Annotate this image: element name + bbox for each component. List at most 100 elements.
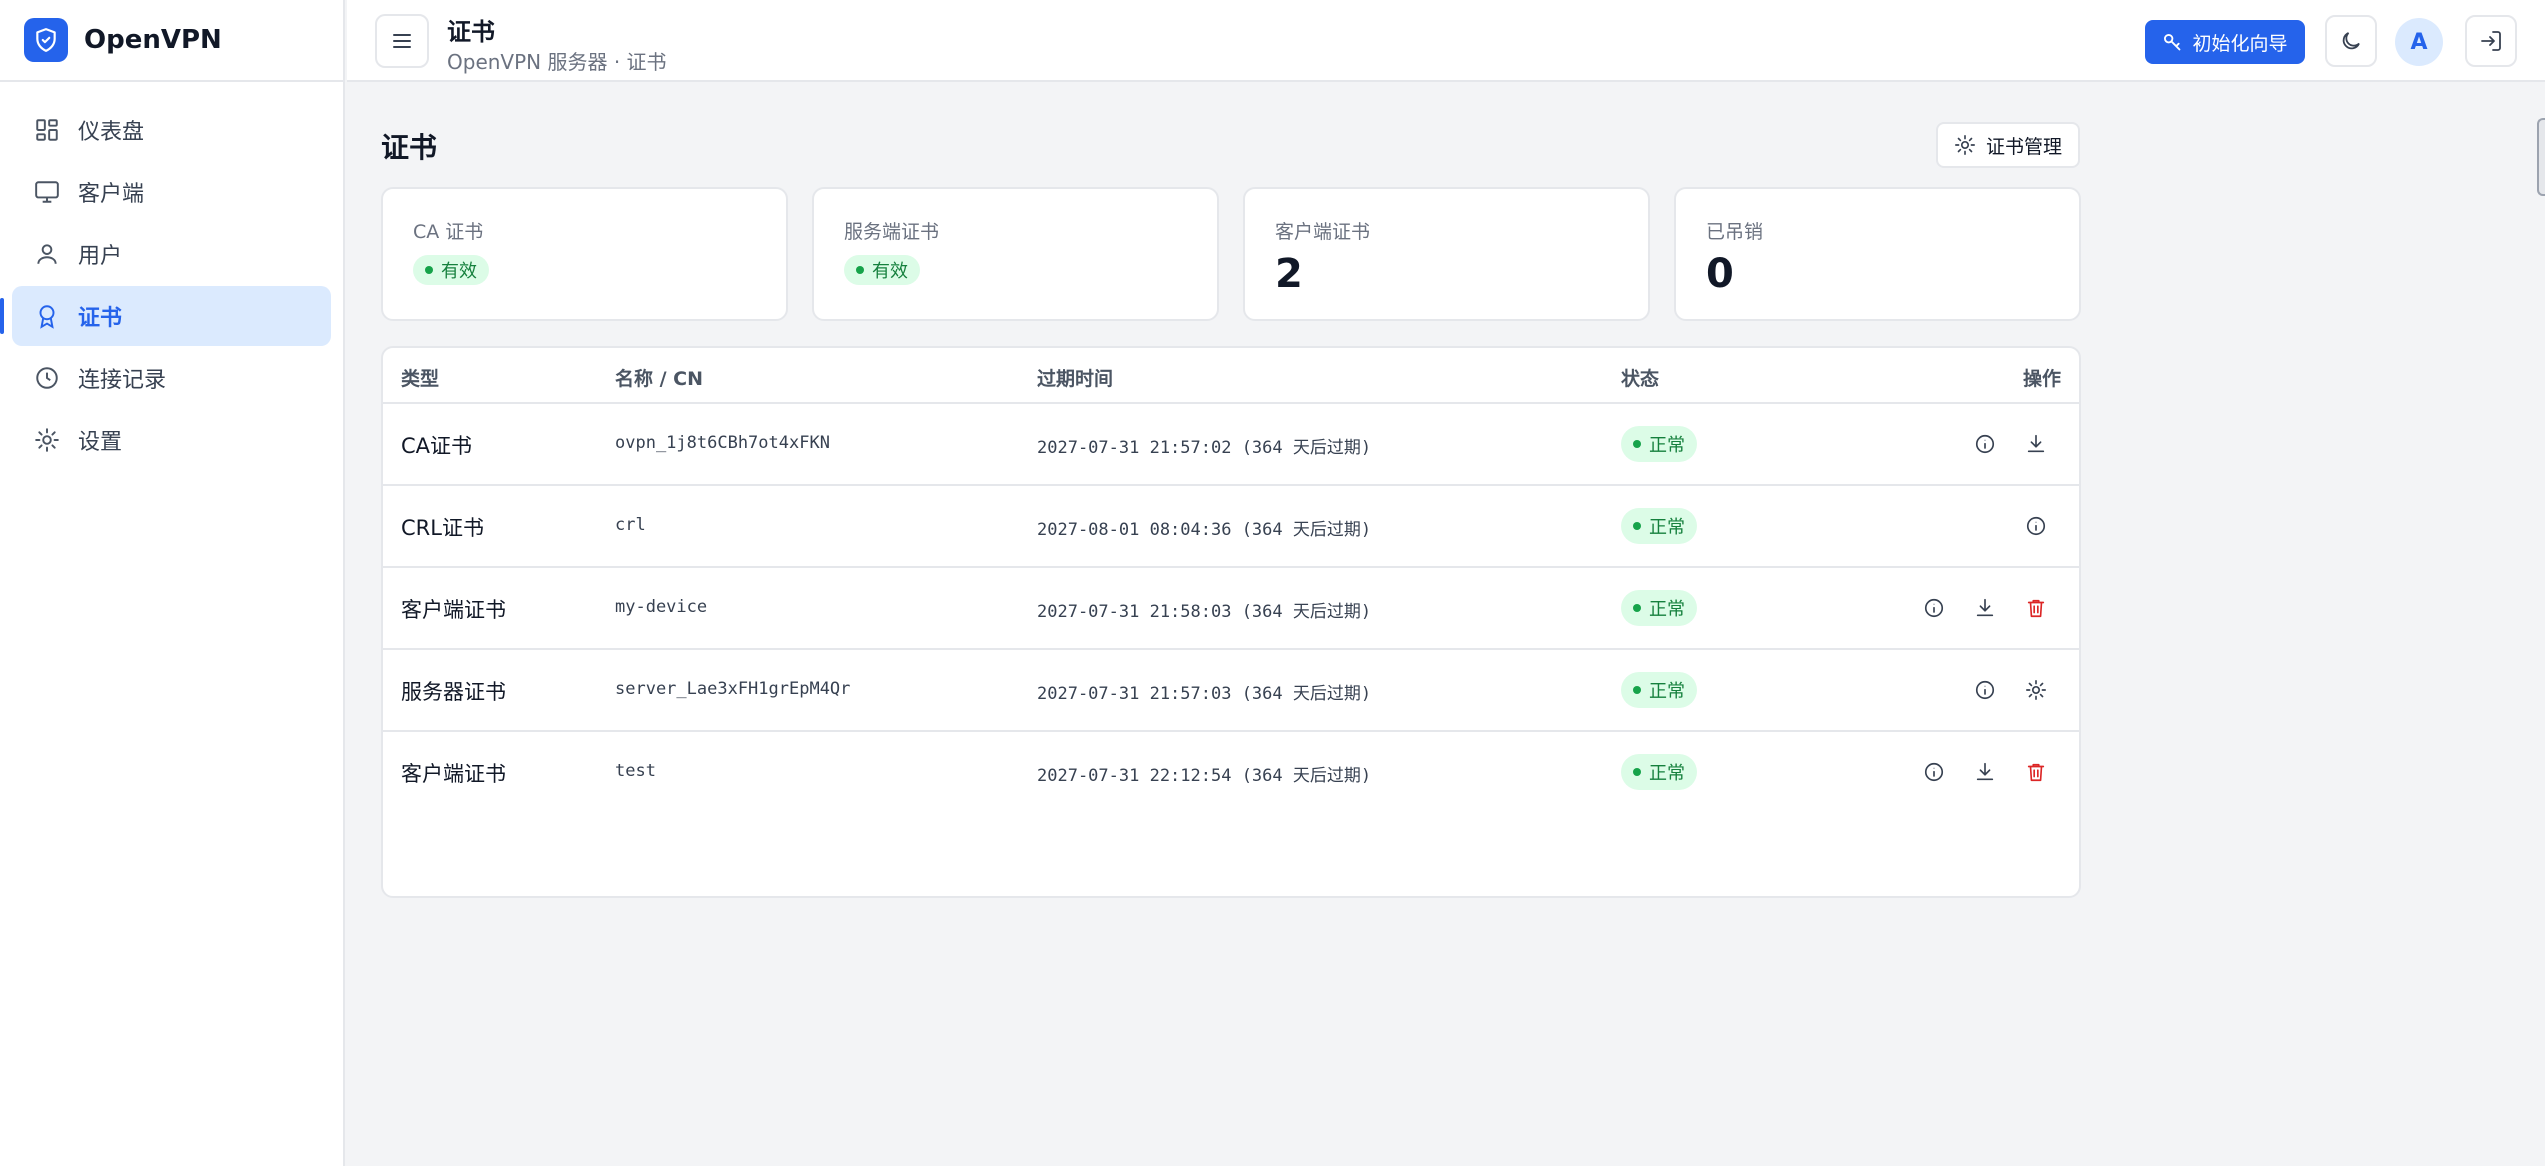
cell-expire: 2027-07-31 21:57:02 (364 天后过期): [1037, 438, 1372, 458]
sidebar-item-label: 证书: [78, 306, 123, 331]
download-icon[interactable]: [1969, 592, 2001, 624]
status-text: 正常: [1649, 763, 1685, 784]
cell-type: CRL证书: [401, 516, 484, 540]
info-icon[interactable]: [1918, 592, 1950, 624]
user-icon: [32, 239, 62, 269]
column-header-cn: 名称 / CN: [615, 368, 704, 390]
badge-icon: [32, 301, 62, 331]
status-badge: 正常: [1621, 508, 1697, 544]
download-icon[interactable]: [2020, 428, 2052, 460]
info-icon[interactable]: [2020, 510, 2052, 542]
cell-cn: server_Lae3xFH1grEpM4Qr: [615, 679, 851, 699]
info-icon[interactable]: [1918, 756, 1950, 788]
delete-icon[interactable]: [2020, 592, 2052, 624]
info-icon[interactable]: [1969, 428, 2001, 460]
sidebar-item-connection-logs[interactable]: 连接记录: [12, 348, 331, 408]
sidebar-item-label: 客户端: [78, 182, 145, 207]
stat-card-client: 客户端证书 2: [1243, 187, 1650, 321]
sidebar-item-label: 连接记录: [78, 368, 167, 393]
monitor-icon: [32, 177, 62, 207]
card-value: 2: [1275, 251, 1303, 297]
hamburger-icon: [393, 34, 411, 48]
sidebar-item-users[interactable]: 用户: [12, 224, 331, 284]
cell-type: 客户端证书: [401, 762, 506, 786]
status-dot: [856, 266, 864, 274]
gear-icon: [32, 425, 62, 455]
card-label: CA 证书: [413, 221, 484, 243]
table-row: 客户端证书 test 2027-07-31 22:12:54 (364 天后过期…: [383, 732, 2079, 814]
column-header-type: 类型: [401, 368, 440, 390]
info-icon[interactable]: [1969, 674, 2001, 706]
avatar[interactable]: A: [2395, 18, 2443, 66]
card-value: 0: [1706, 251, 1734, 297]
sidebar-item-label: 仪表盘: [78, 120, 145, 145]
status-text: 有效: [872, 261, 908, 282]
stat-card-server: 服务端证书 有效: [812, 187, 1219, 321]
sign-in-icon: [2481, 31, 2501, 51]
status-badge: 正常: [1621, 426, 1697, 462]
sidebar-nav: 仪表盘 客户端 用户 证书 连接记录 设置: [0, 82, 343, 490]
sidebar-item-dashboard[interactable]: 仪表盘: [12, 100, 331, 160]
moon-icon: [2342, 32, 2360, 50]
table-row: 客户端证书 my-device 2027-07-31 21:58:03 (364…: [383, 568, 2079, 650]
sidebar-item-settings[interactable]: 设置: [12, 410, 331, 470]
cell-type: 服务器证书: [401, 680, 506, 704]
wrench-icon: [2164, 34, 2181, 51]
dark-mode-toggle-button[interactable]: [2325, 15, 2377, 67]
page-title: 证书: [381, 131, 438, 164]
setup-wizard-label: 初始化向导: [2192, 32, 2288, 55]
sidebar-item-clients[interactable]: 客户端: [12, 162, 331, 222]
table-header: 类型 名称 / CN 过期时间 状态 操作: [383, 348, 2079, 404]
column-header-actions: 操作: [2023, 368, 2062, 390]
table-row: CRL证书 crl 2027-08-01 08:04:36 (364 天后过期)…: [383, 486, 2079, 568]
status-badge: 正常: [1621, 754, 1697, 790]
clock-icon: [32, 363, 62, 393]
column-header-status: 状态: [1621, 368, 1660, 390]
status-text: 正常: [1649, 517, 1685, 538]
menu-toggle-button[interactable]: [375, 14, 429, 68]
cell-expire: 2027-07-31 22:12:54 (364 天后过期): [1037, 766, 1372, 786]
breadcrumb: OpenVPN 服务器 · 证书: [447, 50, 667, 74]
status-dot: [425, 266, 433, 274]
cell-type: 客户端证书: [401, 598, 506, 622]
cell-type: CA证书: [401, 434, 473, 458]
status-text: 正常: [1649, 599, 1685, 620]
status-dot: [1633, 604, 1641, 612]
certificate-management-button[interactable]: 证书管理: [1936, 122, 2080, 168]
status-text: 正常: [1649, 681, 1685, 702]
card-label: 已吊销: [1706, 221, 1764, 243]
column-header-expire: 过期时间: [1037, 368, 1114, 390]
download-icon[interactable]: [1969, 756, 2001, 788]
status-text: 有效: [441, 261, 477, 282]
status-badge: 正常: [1621, 590, 1697, 626]
status-dot: [1633, 522, 1641, 530]
sidebar: OpenVPN 仪表盘 客户端 用户 证书 连接记录 设置: [0, 0, 345, 1166]
cell-cn: crl: [615, 515, 646, 535]
side-panel-handle[interactable]: [2537, 118, 2545, 196]
sidebar-item-certificates[interactable]: 证书: [0, 286, 331, 346]
cell-expire: 2027-08-01 08:04:36 (364 天后过期): [1037, 520, 1372, 540]
status-badge: 正常: [1621, 672, 1697, 708]
sidebar-item-label: 用户: [78, 244, 123, 269]
brand: OpenVPN: [0, 0, 343, 82]
cell-cn: ovpn_1j8t6CBh7ot4xFKN: [615, 433, 830, 453]
cell-cn: test: [615, 761, 656, 781]
sidebar-item-label: 设置: [78, 430, 123, 455]
brand-name: OpenVPN: [84, 25, 222, 55]
delete-icon[interactable]: [2020, 756, 2052, 788]
status-badge: 有效: [844, 255, 920, 285]
status-text: 正常: [1649, 435, 1685, 456]
stat-card-ca: CA 证书 有效: [381, 187, 788, 321]
stat-card-revoked: 已吊销 0: [1674, 187, 2081, 321]
card-label: 服务端证书: [844, 221, 940, 243]
card-label: 客户端证书: [1275, 221, 1371, 243]
settings-icon[interactable]: [2020, 674, 2052, 706]
dashboard-icon: [32, 115, 62, 145]
setup-wizard-button[interactable]: 初始化向导: [2145, 20, 2305, 64]
table-row: CA证书 ovpn_1j8t6CBh7ot4xFKN 2027-07-31 21…: [383, 404, 2079, 486]
header-title: 证书: [447, 18, 495, 46]
cell-expire: 2027-07-31 21:57:03 (364 天后过期): [1037, 684, 1372, 704]
cell-expire: 2027-07-31 21:58:03 (364 天后过期): [1037, 602, 1372, 622]
certificate-table: 类型 名称 / CN 过期时间 状态 操作 CA证书 ovpn_1j8t6CBh…: [381, 346, 2081, 898]
logout-button[interactable]: [2465, 15, 2517, 67]
